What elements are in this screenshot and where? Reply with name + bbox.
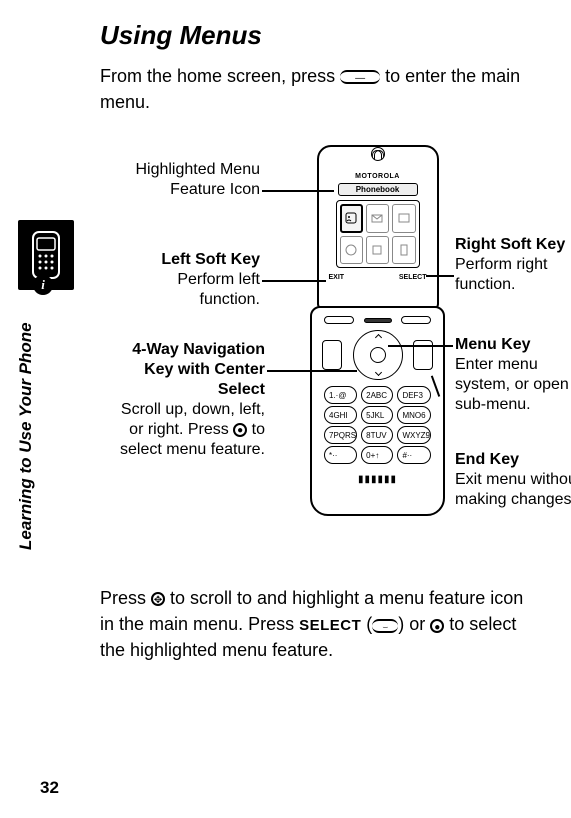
intro-paragraph: From the home screen, press — to enter t… [100,63,541,115]
menu-grid-cell [340,236,363,265]
motorola-logo-icon [371,147,385,161]
leader-line [426,275,454,277]
callout-menu-key: Menu Key Enter menu system, or open a su… [455,335,571,415]
phone-key: #·· [397,446,431,464]
page-number: 32 [40,778,59,798]
page-title: Using Menus [100,20,541,51]
phone-dpad-center [370,347,386,363]
menu-grid-cell [366,204,389,233]
phone-brand-label: MOTOROLA [319,173,437,180]
phone-key: WXYZ9 [397,426,431,444]
menu-grid-cell [392,236,415,265]
center-select-icon: ● [233,423,247,437]
phone-speaker-icon: ▮▮▮▮▮▮ [312,474,443,485]
phone-body: 1.·@ 2ABC DEF3 4GHI 5JKL MNO6 7PQRS 8TUV… [310,306,445,516]
info-badge-icon: i [33,275,53,295]
menu-grid-cell [366,236,389,265]
menu-grid-cell-highlighted [340,204,363,233]
phone-send-key [322,340,342,370]
callout-end-key: End Key Exit menu without making changes… [455,450,571,510]
phone-key: 1.·@ [324,386,357,404]
phone-flip-top: MOTOROLA Phonebook EXIT SELECT [317,145,439,310]
section-side-label: Learning to Use Your Phone [16,322,36,550]
phone-softkey-right-label: SELECT [399,274,427,281]
phone-key: 5JKL [361,406,393,424]
phone-left-soft-button [324,316,354,324]
menu-grid-cell [392,204,415,233]
intro-text-before: From the home screen, press [100,66,340,86]
bottom-paragraph: Press ✥ to scroll to and highlight a men… [100,585,541,663]
phone-key: 2ABC [361,386,393,404]
callout-left-soft-key: Left Soft Key Perform left function. [120,250,260,310]
menu-icon-grid [336,200,420,268]
leader-line [262,280,326,282]
phone-key: 7PQRS [324,426,357,444]
leader-line [388,345,453,347]
phone-dpad [353,330,403,380]
phone-right-soft-button [401,316,431,324]
phone-keypad: 1.·@ 2ABC DEF3 4GHI 5JKL MNO6 7PQRS 8TUV… [312,382,443,468]
phone-menu-button [364,318,392,323]
select-label: SELECT [299,617,361,634]
leader-line [262,190,334,192]
phone-key: *·· [324,446,357,464]
phone-screen-title: Phonebook [338,183,418,196]
phone-icon [27,230,65,280]
menu-key-icon: — [340,70,380,84]
phone-key: DEF3 [397,386,431,404]
side-tab: i [18,220,74,290]
callout-highlighted-icon: Highlighted Menu Feature Icon [120,160,260,200]
leader-line [267,370,357,372]
right-soft-key-icon: ⌣ [372,619,398,633]
phone-key: 8TUV [361,426,393,444]
phone-illustration: MOTOROLA Phonebook EXIT SELECT [310,145,445,516]
phone-key: 0+↑ [361,446,393,464]
phone-diagram: MOTOROLA Phonebook EXIT SELECT [80,145,541,565]
phone-key: MNO6 [397,406,431,424]
nav-key-icon: ✥ [151,592,165,606]
phone-softkey-left-label: EXIT [329,274,345,281]
callout-nav-key: 4-Way Navigation Key with Center Select … [110,340,265,460]
phone-key: 4GHI [324,406,357,424]
center-select-icon: ● [430,619,444,633]
callout-right-soft-key: Right Soft Key Perform right function. [455,235,571,295]
